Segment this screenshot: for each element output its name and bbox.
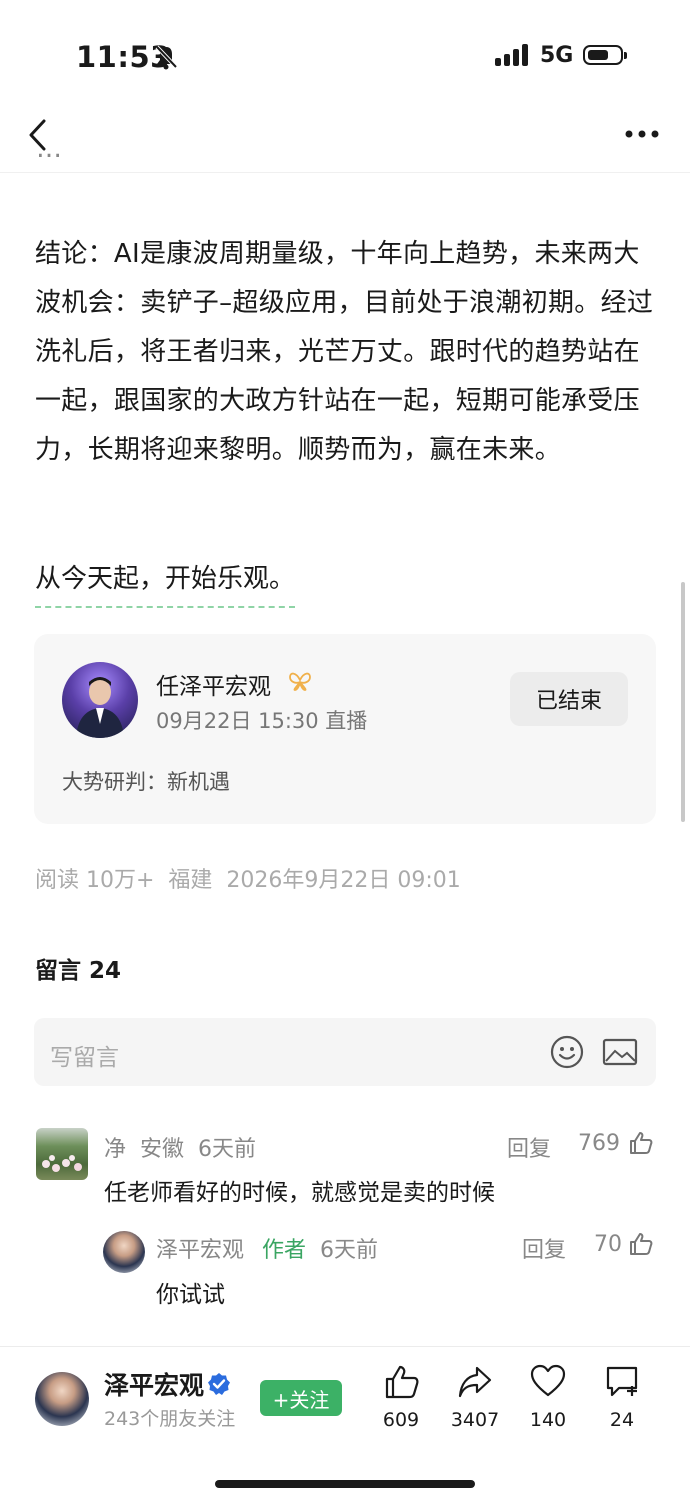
reply-text: 你试试 [156, 1282, 225, 1308]
comment-header: 净 安徽 6天前 [104, 1137, 256, 1162]
reply-time: 6天前 [320, 1238, 378, 1263]
reply-author-name: 泽平宏观 [156, 1238, 245, 1263]
battery-icon [583, 45, 627, 65]
follow-button[interactable]: +关注 [260, 1380, 342, 1416]
nav-divider [0, 172, 690, 173]
comments-title: 留言 24 [35, 958, 122, 984]
thumb-up-icon[interactable] [628, 1231, 654, 1257]
live-ended-button[interactable]: 已结束 [510, 672, 628, 726]
friends-following: 243个朋友关注 [104, 1408, 236, 1430]
comment-plus-icon[interactable] [605, 1364, 641, 1400]
author-name[interactable]: 泽平宏观 [104, 1366, 204, 1402]
article-meta: 阅读 10万+ 福建 2026年9月22日 09:01 [35, 868, 461, 893]
like-count: 609 [382, 1409, 420, 1431]
comment-count: 24 [609, 1409, 635, 1431]
emoji-icon[interactable] [550, 1035, 584, 1069]
home-indicator[interactable] [215, 1480, 475, 1488]
reply-reply-button[interactable]: 回复 [522, 1232, 566, 1264]
bell-off-icon [155, 45, 178, 70]
reply-avatar[interactable] [103, 1231, 145, 1273]
article-closing-line[interactable]: 从今天起，开始乐观。 [35, 555, 296, 608]
comment-reply-button[interactable]: 回复 [507, 1131, 551, 1163]
signal-icon [495, 44, 528, 66]
live-topic: 大势研判：新机遇 [62, 770, 230, 794]
heart-icon[interactable] [530, 1364, 566, 1398]
clipped-text-fragment: … [36, 148, 63, 164]
verified-icon [208, 1373, 230, 1395]
share-icon[interactable] [457, 1364, 493, 1400]
scrollbar[interactable] [681, 582, 685, 822]
article-conclusion: 结论：AI是康波周期量级，十年向上趋势，未来两大波机会：卖铲子–超级应用，目前处… [35, 239, 654, 465]
comment-avatar[interactable] [36, 1128, 88, 1180]
thumb-up-icon[interactable] [384, 1364, 420, 1400]
heart-count: 140 [529, 1409, 567, 1431]
author-avatar[interactable] [35, 1372, 89, 1426]
comment-like-count: 769 [578, 1131, 620, 1156]
network-label: 5G [540, 43, 574, 68]
comment-placeholder[interactable]: 写留言 [50, 1038, 119, 1072]
live-time: 09月22日 15:30 直播 [156, 709, 368, 733]
share-count: 3407 [450, 1409, 500, 1431]
thumb-up-icon[interactable] [628, 1130, 654, 1156]
bottom-divider [0, 1346, 690, 1347]
reply-like-count: 70 [594, 1232, 622, 1257]
butterfly-badge-icon [289, 672, 311, 691]
live-avatar[interactable] [62, 662, 138, 738]
live-host-name[interactable]: 任泽平宏观 [156, 667, 271, 701]
more-icon[interactable] [624, 128, 660, 140]
image-icon[interactable] [602, 1038, 638, 1066]
comment-text: 任老师看好的时候，就感觉是卖的时候 [104, 1180, 495, 1206]
author-tag: 作者 [262, 1238, 307, 1263]
back-icon[interactable] [26, 118, 50, 152]
